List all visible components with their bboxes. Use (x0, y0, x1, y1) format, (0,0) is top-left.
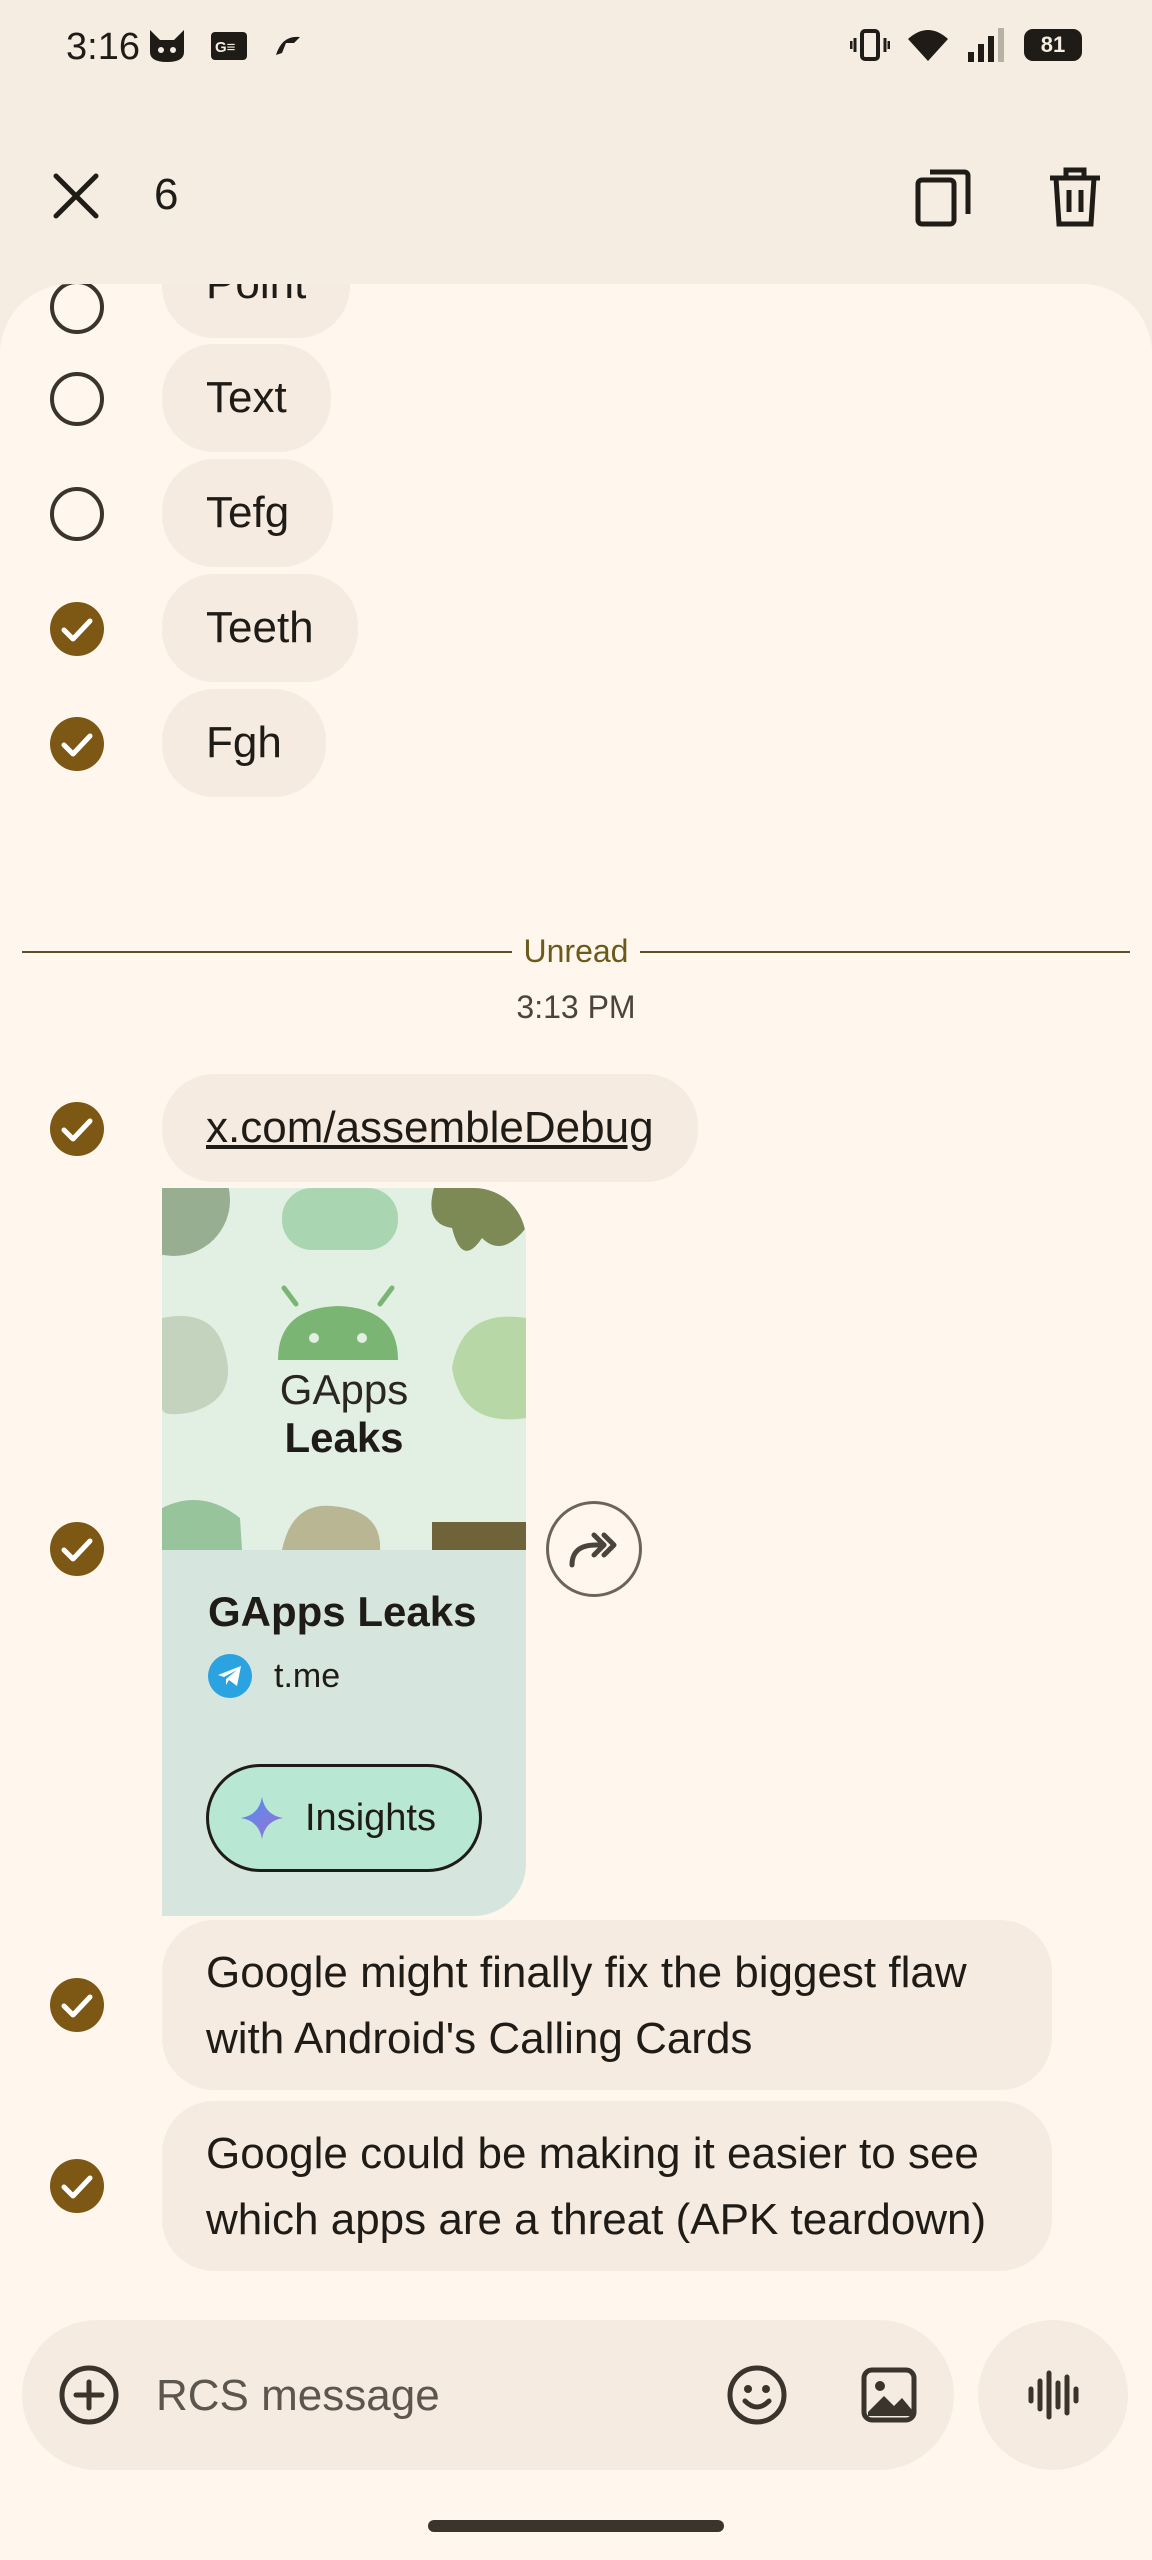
unread-divider: Unread (22, 933, 1130, 969)
vibrate-icon (850, 29, 890, 61)
message-link[interactable]: x.com/assembleDebug (206, 1103, 654, 1152)
check-icon (61, 1118, 93, 1142)
conversation-list[interactable]: Point Text Tefg Teeth Fgh Unread 3:13 PM… (0, 284, 1152, 2560)
wifi-icon (908, 30, 948, 61)
artwork-title-line1: GApps (279, 1366, 409, 1413)
selected-checkbox[interactable] (50, 717, 104, 771)
select-checkbox[interactable] (50, 284, 104, 334)
status-bar: 3:16 G≡ 81 (0, 0, 1152, 100)
link-preview-image: GApps Leaks (162, 1188, 526, 1550)
signal-icon (968, 28, 1004, 62)
selected-checkbox[interactable] (50, 1978, 104, 2032)
message-bubble[interactable]: Google could be making it easier to see … (162, 2101, 1052, 2271)
message-bubble[interactable]: Point (162, 284, 351, 338)
check-icon (61, 1994, 93, 2018)
check-icon (61, 733, 93, 757)
home-indicator[interactable] (428, 2520, 724, 2532)
selected-checkbox[interactable] (50, 1102, 104, 1156)
artwork-title-line2: Leaks (284, 1414, 404, 1461)
selected-checkbox[interactable] (50, 2159, 104, 2213)
delete-button[interactable] (1042, 164, 1108, 230)
news-icon: G≡ (211, 32, 247, 60)
selected-checkbox[interactable] (50, 1522, 104, 1576)
insights-label: Insights (305, 1796, 436, 1839)
selected-checkbox[interactable] (50, 602, 104, 656)
cat-icon (150, 30, 184, 62)
notification-icons: G≡ (146, 28, 304, 64)
copy-button[interactable] (910, 164, 976, 230)
link-preview-card[interactable]: GApps Leaks GApps Leaks t.me Insights (162, 1188, 526, 1916)
system-icons: 81 (850, 26, 1082, 64)
select-checkbox[interactable] (50, 487, 104, 541)
close-selection-button[interactable] (46, 166, 106, 226)
insights-button[interactable]: Insights (206, 1764, 482, 1872)
message-composer (22, 2320, 954, 2470)
svg-text:G≡: G≡ (215, 39, 236, 56)
emoji-button[interactable] (726, 2364, 788, 2426)
app-notification-icon (276, 36, 300, 55)
check-icon (61, 618, 93, 642)
selected-count: 6 (154, 170, 179, 219)
link-source-domain: t.me (274, 1656, 341, 1695)
message-bubble[interactable]: Fgh (162, 689, 326, 797)
check-icon (61, 2175, 93, 2199)
gallery-button[interactable] (858, 2364, 920, 2426)
message-bubble[interactable]: Tefg (162, 459, 334, 567)
message-bubble[interactable]: Teeth (162, 574, 358, 682)
link-message-bubble[interactable]: x.com/assembleDebug (162, 1074, 698, 1182)
message-timestamp: 3:13 PM (516, 989, 636, 1025)
forward-icon (569, 1532, 617, 1568)
message-bubble[interactable]: Text (162, 344, 331, 452)
message-bubble[interactable]: Google might finally fix the biggest fla… (162, 1920, 1052, 2090)
voice-message-button[interactable] (978, 2320, 1128, 2470)
telegram-icon (208, 1654, 252, 1698)
link-preview-source: t.me (208, 1654, 340, 1698)
sparkle-icon (241, 1797, 283, 1839)
check-icon (61, 1538, 93, 1562)
select-checkbox[interactable] (50, 372, 104, 426)
battery-icon: 81 (1024, 29, 1082, 61)
unread-label: Unread (515, 933, 637, 969)
audio-waveform-icon (1028, 2370, 1079, 2420)
link-preview-title: GApps Leaks (208, 1588, 477, 1635)
forward-button[interactable] (546, 1501, 642, 1597)
status-time: 3:16 (66, 26, 140, 68)
add-attachment-button[interactable] (58, 2364, 120, 2426)
rcs-message-input[interactable] (154, 2364, 678, 2428)
selection-toolbar: 6 (0, 100, 1152, 284)
